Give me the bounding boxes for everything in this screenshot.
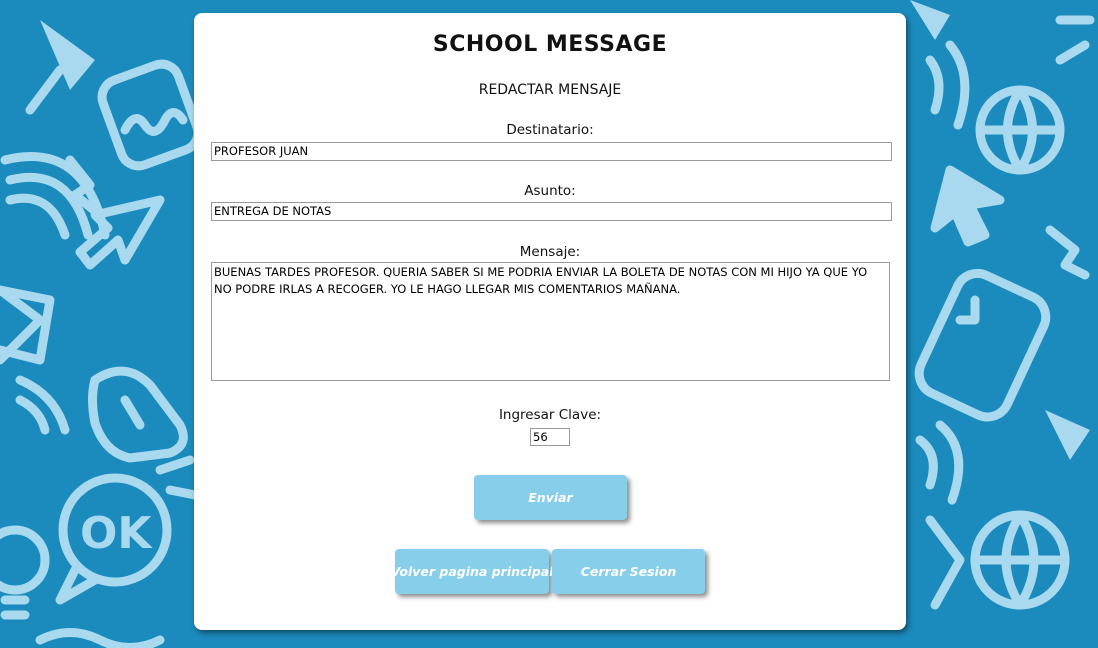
wifi-icon [15,375,70,435]
zigzag-doodle [1045,225,1090,280]
pushpin-icon [25,20,95,115]
wave-doodle [35,628,165,648]
back-to-home-button[interactable]: Volver pagina principal [391,549,553,594]
subject-input[interactable]: ENTREGA DE NOTAS [211,202,892,221]
pushpin-icon [910,0,950,40]
message-label: Mensaje: [519,244,581,260]
wifi-icon [915,420,964,505]
recipient-input[interactable]: PROFESOR JUAN [211,142,892,161]
page-title: SCHOOL MESSAGE [432,32,668,57]
wifi-icon [925,40,970,130]
dash-doodle [1055,15,1095,65]
password-label: Ingresar Clave: [498,407,602,423]
compose-message-card: SCHOOL MESSAGE REDACTAR MENSAJE Destinat… [194,13,906,630]
globe-icon [970,510,1070,610]
lightbulb-icon [0,525,50,620]
cursor-arrow-icon [930,165,1005,247]
enter-key-icon [97,59,203,171]
page-subtitle: REDACTAR MENSAJE [478,82,622,98]
bracket-doodle [925,515,965,610]
svg-text:OK: OK [80,508,153,559]
envelope-icon [0,285,55,365]
wifi-icon [0,152,110,240]
recipient-label: Destinatario: [506,122,594,138]
pushpin-icon [1045,410,1090,460]
pointing-hand-icon [88,366,188,463]
message-textarea[interactable]: BUENAS TARDES PROFESOR. QUERIA SABER SI … [211,262,890,381]
send-button[interactable]: Enviar [474,475,627,520]
subject-label: Asunto: [524,183,576,199]
enter-key-icon [914,268,1051,422]
password-input[interactable]: 56 [530,428,570,446]
dash-doodle [155,455,200,500]
logout-button[interactable]: Cerrar Sesion [552,549,705,594]
ok-speech-bubble-icon: OK [55,473,172,605]
globe-icon [975,85,1065,175]
